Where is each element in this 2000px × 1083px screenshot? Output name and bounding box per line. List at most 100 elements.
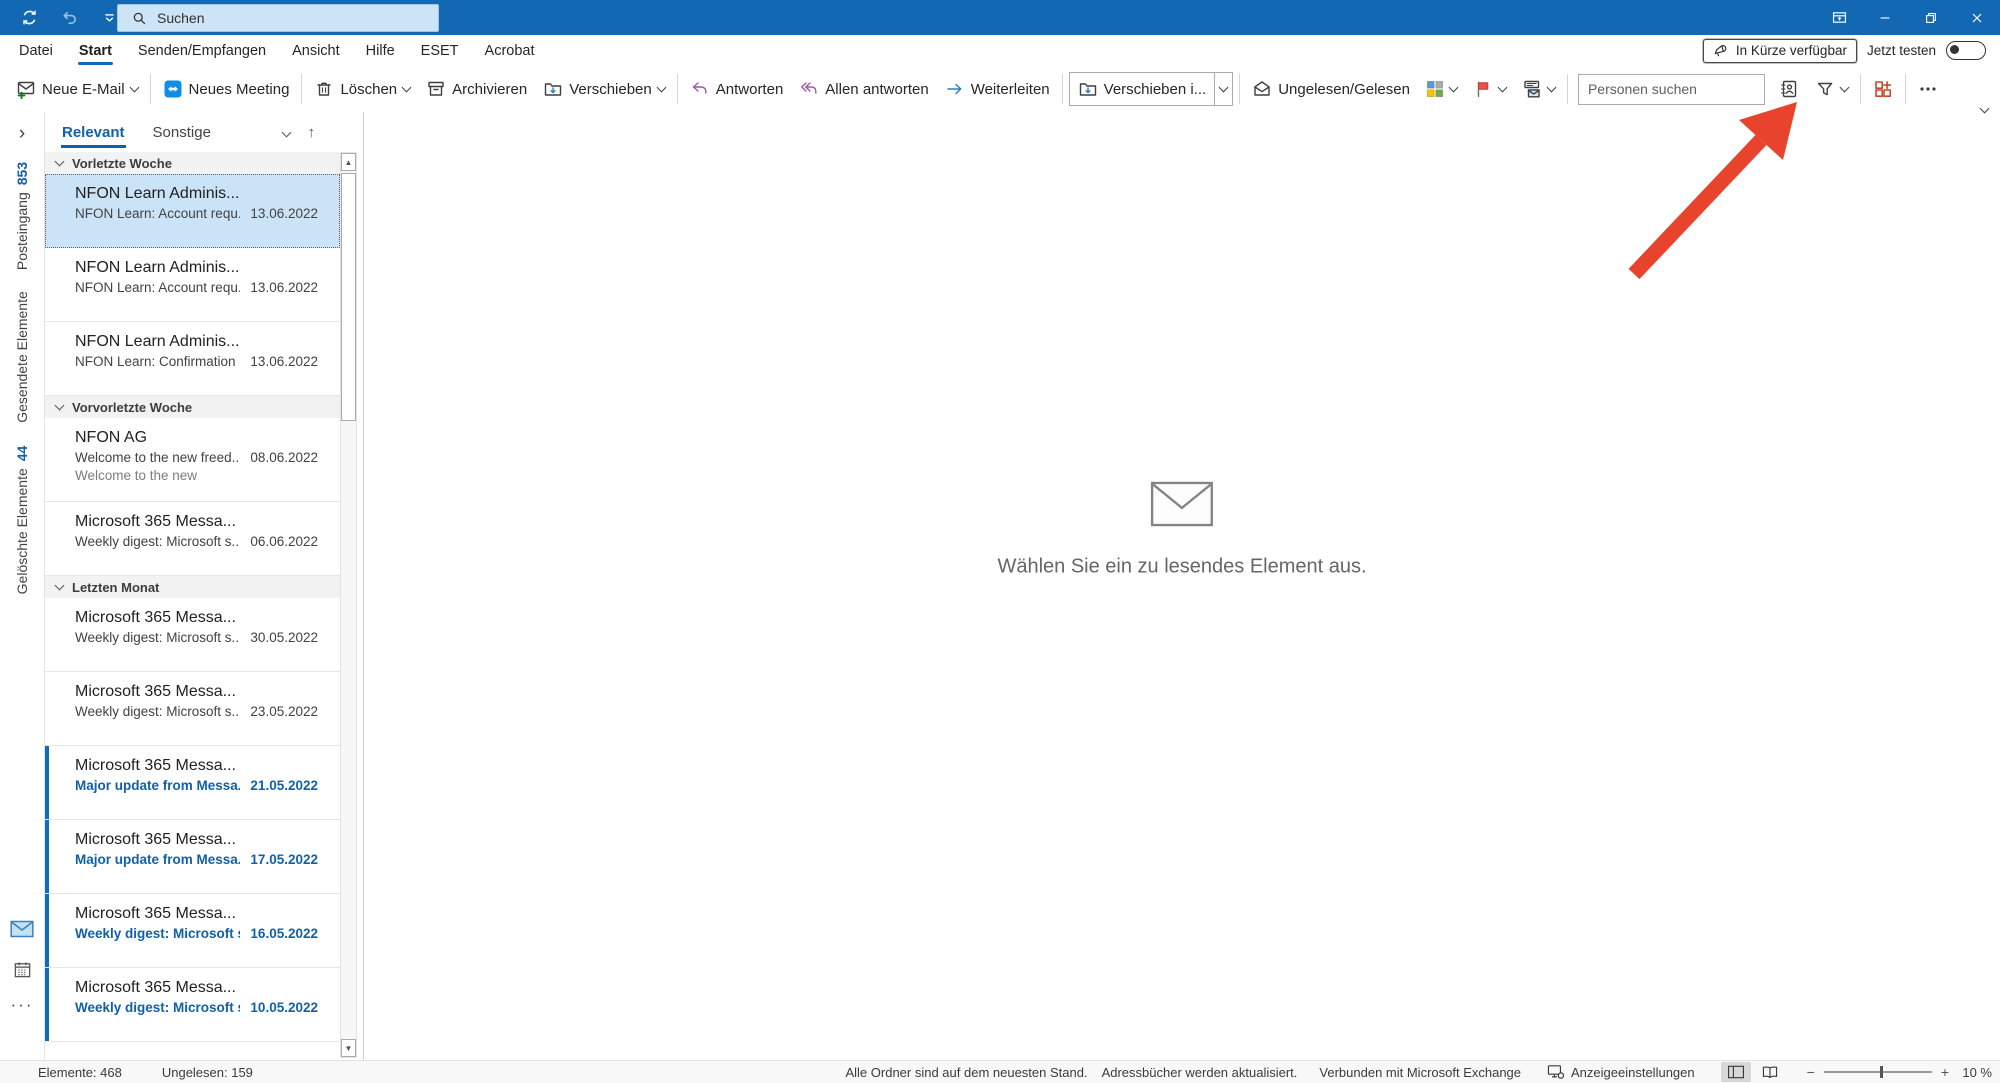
coming-soon-button[interactable]: In Kürze verfügbar <box>1702 38 1857 63</box>
forward-button[interactable]: Weiterleiten <box>937 72 1058 106</box>
list-item[interactable]: Microsoft 365 Messa... Major update from … <box>45 746 340 820</box>
unread-read-button[interactable]: Ungelesen/Gelesen <box>1244 72 1418 106</box>
email-subject: NFON Learn: Account requ... <box>75 280 241 295</box>
minimize-button[interactable] <box>1862 0 1908 35</box>
list-scrollbar[interactable]: ▲ ▼ <box>340 152 357 1058</box>
scroll-up-icon[interactable]: ▲ <box>341 153 356 171</box>
tab-relevant[interactable]: Relevant <box>61 120 126 148</box>
connection-status[interactable]: Verbunden mit Microsoft Exchange <box>1319 1065 1521 1080</box>
ribbon-display-options-button[interactable] <box>1816 0 1862 35</box>
menu-tab-ansicht[interactable]: Ansicht <box>281 37 351 64</box>
ribbon-separator <box>1859 74 1861 104</box>
close-icon[interactable] <box>1954 0 2000 35</box>
sort-order-icon[interactable]: ↑ <box>308 124 316 141</box>
follow-up-button[interactable] <box>1465 72 1514 106</box>
menu-tab-eset[interactable]: ESET <box>410 37 470 64</box>
zoom-slider[interactable] <box>1823 1066 1932 1078</box>
reading-view-button[interactable] <box>1755 1062 1785 1082</box>
list-item[interactable]: NFON Learn Adminis... NFON Learn: Confirm… <box>45 322 340 396</box>
zoom-slider-thumb[interactable] <box>1879 1066 1883 1078</box>
email-sender: Microsoft 365 Messa... <box>75 905 236 922</box>
normal-view-button[interactable] <box>1720 1062 1751 1082</box>
forward-icon <box>947 83 962 95</box>
ribbon-separator <box>1904 74 1906 104</box>
more-commands-button[interactable] <box>1910 72 1946 106</box>
categorize-button[interactable] <box>1418 72 1465 106</box>
list-item[interactable]: Microsoft 365 Messa... Major update from … <box>45 820 340 894</box>
list-item[interactable]: NFON Learn Adminis... NFON Learn: Account… <box>45 248 340 322</box>
address-books-status: Adressbücher werden aktualisiert. <box>1101 1064 1298 1080</box>
scroll-down-icon[interactable]: ▼ <box>341 1039 356 1057</box>
email-subject: Weekly digest: Microsoft s... <box>75 926 241 941</box>
list-item[interactable]: Microsoft 365 Messa... Weekly digest: Mic… <box>45 968 340 1042</box>
delete-button[interactable]: Löschen <box>306 72 418 106</box>
list-item[interactable]: Microsoft 365 Messa... Weekly digest: Mic… <box>45 672 340 746</box>
trash-icon <box>317 82 332 96</box>
group-header-vorvorletzte-woche[interactable]: Vorvorletzte Woche <box>45 396 340 418</box>
new-email-button[interactable]: Neue E-Mail <box>8 72 146 106</box>
email-list: Vorletzte Woche NFON Learn Adminis... NFON… <box>45 152 340 1061</box>
send-receive-icon[interactable] <box>14 4 44 32</box>
try-now-label: Jetzt testen <box>1866 43 1936 58</box>
email-subject: Weekly digest: Microsoft s... <box>75 704 241 719</box>
list-item[interactable]: Microsoft 365 Messa... Weekly digest: Mic… <box>45 598 340 672</box>
display-settings-label: Anzeigeeinstellungen <box>1571 1064 1695 1080</box>
sidebar-item-posteingang[interactable]: Posteingang 853 <box>0 157 45 275</box>
collapse-ribbon-icon[interactable] <box>1979 99 1990 117</box>
reply-button[interactable]: Antworten <box>682 72 792 106</box>
chevron-down-icon[interactable] <box>1214 73 1232 105</box>
group-label: Vorvorletzte Woche <box>72 399 193 415</box>
menu-tab-start[interactable]: Start <box>68 37 123 65</box>
search-input[interactable]: Suchen <box>117 4 439 32</box>
sync-status-group: Alle Ordner sind auf dem neuesten Stand.… <box>845 1065 1297 1080</box>
move-button[interactable]: Verschieben <box>535 72 673 106</box>
address-book-button[interactable] <box>1771 72 1807 106</box>
reading-pane: Wählen Sie ein zu lesendes Element aus. <box>364 112 2000 1061</box>
more-apps-icon[interactable]: ··· <box>11 996 34 1012</box>
chevron-down-icon <box>54 400 65 411</box>
display-settings-button[interactable]: Anzeigeeinstellungen <box>1543 1064 1699 1080</box>
zoom-in-icon[interactable]: + <box>1941 1065 1949 1079</box>
group-header-vorletzte-woche[interactable]: Vorletzte Woche <box>45 152 340 174</box>
new-mail-icon <box>17 81 35 99</box>
menu-tab-acrobat[interactable]: Acrobat <box>474 37 546 64</box>
zoom-out-icon[interactable]: − <box>1807 1065 1815 1079</box>
get-addins-button[interactable] <box>1865 72 1901 106</box>
email-date: 23.05.2022 <box>250 704 318 719</box>
search-people-input[interactable]: Personen suchen <box>1577 73 1765 105</box>
filter-email-button[interactable] <box>1807 72 1856 106</box>
ribbon-separator <box>1239 74 1241 104</box>
filter-dropdown-icon[interactable] <box>281 123 291 141</box>
sidebar-item-gesendete-elemente[interactable]: Gesendete Elemente <box>0 291 45 423</box>
new-meeting-button[interactable]: Neues Meeting <box>155 72 298 106</box>
sidebar-item-gelöschte-elemente[interactable]: Gelöschte Elemente 44 <box>0 439 45 601</box>
scrollbar-thumb[interactable] <box>341 173 356 421</box>
menu-tab-hilfe[interactable]: Hilfe <box>355 37 406 64</box>
mail-nav-icon[interactable] <box>10 920 34 938</box>
menu-tabs: Datei Start Senden/Empfangen Ansicht Hilfe ES… <box>0 37 546 65</box>
restore-button[interactable] <box>1908 0 1954 35</box>
move-folder-icon <box>1079 83 1096 96</box>
menu-tab-datei[interactable]: Datei <box>8 37 64 64</box>
unread-count: Ungelesen: 159 <box>161 1064 253 1080</box>
group-header-letzten-monat[interactable]: Letzten Monat <box>45 576 340 598</box>
email-subject: NFON Learn: Confirmation ... <box>75 354 241 369</box>
list-item[interactable]: Microsoft 365 Messa... Weekly digest: Mic… <box>45 894 340 968</box>
list-item[interactable]: NFON Learn Adminis... NFON Learn: Account… <box>45 174 340 248</box>
calendar-nav-icon[interactable] <box>13 960 32 979</box>
expand-folder-pane-icon[interactable]: › <box>19 124 25 143</box>
ellipsis-icon <box>1920 87 1936 91</box>
list-item[interactable]: NFON AG Welcome to the new freed... 08.06.… <box>45 418 340 502</box>
view-switcher <box>1720 1062 1785 1082</box>
tab-sonstige[interactable]: Sonstige <box>152 120 212 145</box>
menu-tab-senden-empfangen[interactable]: Senden/Empfangen <box>127 37 277 64</box>
archive-button[interactable]: Archivieren <box>418 72 535 106</box>
undo-icon[interactable] <box>54 4 84 32</box>
mail-list-pane: Relevant Sonstige ↑ Vorletzte Woche NFON … <box>45 112 364 1061</box>
quick-steps-gallery[interactable]: Verschieben i... <box>1068 72 1234 106</box>
coming-soon-toggle[interactable] <box>1946 41 1986 60</box>
chevron-down-icon <box>54 156 65 167</box>
list-item[interactable]: Microsoft 365 Messa... Weekly digest: Mic… <box>45 502 340 576</box>
rules-button[interactable] <box>1514 72 1563 106</box>
reply-all-button[interactable]: Allen antworten <box>791 72 936 106</box>
